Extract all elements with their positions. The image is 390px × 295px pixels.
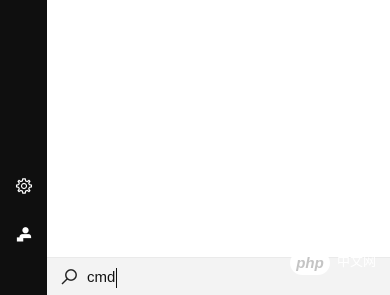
settings-button[interactable] [0, 166, 47, 206]
text-caret [116, 268, 118, 288]
account-button[interactable] [0, 214, 47, 254]
php-logo-text: php [296, 254, 324, 272]
watermark-label: 中文网 [337, 255, 377, 270]
start-left-rail [0, 0, 47, 295]
results-pane [47, 0, 390, 257]
gear-icon [15, 178, 32, 194]
php-logo: php [290, 251, 330, 275]
search-icon [61, 269, 77, 285]
site-watermark: php 中文网 [290, 251, 376, 275]
search-input-text: cmd [87, 269, 116, 286]
person-icon [16, 227, 31, 242]
search-input[interactable]: cmd [87, 268, 118, 288]
start-menu: cmd php 中文网 [0, 0, 390, 295]
